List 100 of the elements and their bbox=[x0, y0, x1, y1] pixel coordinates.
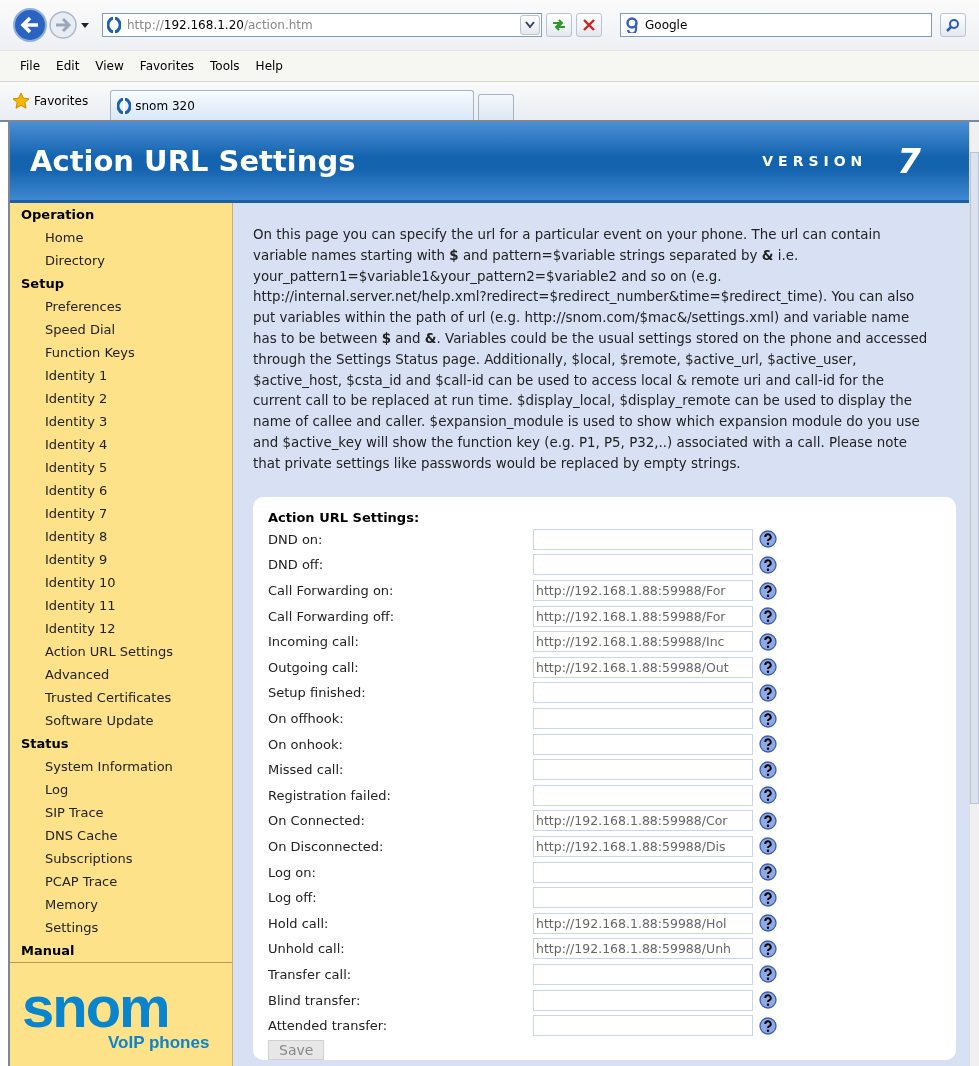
page-icon bbox=[117, 97, 132, 114]
sidebar-item[interactable]: Directory bbox=[10, 249, 232, 272]
help-icon[interactable] bbox=[759, 965, 777, 984]
address-bar[interactable]: http://192.168.1.20/action.htm bbox=[102, 13, 542, 37]
sidebar-item[interactable]: SIP Trace bbox=[10, 801, 232, 824]
help-icon[interactable] bbox=[759, 530, 777, 549]
sidebar-item[interactable]: System Information bbox=[10, 755, 232, 778]
sidebar-item[interactable]: Identity 6 bbox=[10, 479, 232, 502]
sidebar-section-heading[interactable]: Operation bbox=[10, 203, 232, 226]
field-label: DND off: bbox=[268, 557, 325, 573]
sidebar-item[interactable]: Action URL Settings bbox=[10, 640, 232, 663]
sidebar-item[interactable]: Identity 4 bbox=[10, 433, 232, 456]
help-icon[interactable] bbox=[759, 837, 777, 856]
sidebar-item[interactable]: Identity 8 bbox=[10, 525, 232, 548]
url-input-field[interactable]: http://192.168.1.88:59988/Inc bbox=[533, 631, 753, 653]
menu-item[interactable]: Edit bbox=[48, 59, 88, 73]
url-input-field[interactable]: http://192.168.1.88:59988/Unh bbox=[533, 938, 753, 960]
url-input-field[interactable] bbox=[533, 784, 753, 806]
help-icon[interactable] bbox=[759, 914, 777, 933]
url-input-field[interactable] bbox=[533, 989, 753, 1011]
url-input-field[interactable]: http://192.168.1.88:59988/Hol bbox=[533, 912, 753, 934]
sidebar-item[interactable]: Identity 7 bbox=[10, 502, 232, 525]
url-input-field[interactable] bbox=[533, 554, 753, 576]
help-icon[interactable] bbox=[759, 888, 777, 907]
dropdown-caret-icon[interactable] bbox=[78, 20, 92, 30]
url-input-field[interactable] bbox=[533, 861, 753, 883]
url-input-field[interactable]: http://192.168.1.88:59988/For bbox=[533, 605, 753, 627]
help-icon[interactable] bbox=[759, 811, 777, 830]
back-button[interactable] bbox=[12, 7, 48, 43]
menu-item[interactable]: File bbox=[12, 59, 49, 73]
sidebar-item[interactable]: Identity 2 bbox=[10, 387, 232, 410]
sidebar-item[interactable]: Identity 10 bbox=[10, 571, 232, 594]
field-label: On Connected: bbox=[268, 813, 366, 829]
sidebar-item[interactable]: Identity 5 bbox=[10, 456, 232, 479]
sidebar-item[interactable]: Speed Dial bbox=[10, 318, 232, 341]
stop-button[interactable] bbox=[576, 13, 602, 37]
sidebar-item[interactable]: Subscriptions bbox=[10, 847, 232, 870]
url-input-field[interactable]: http://192.168.1.88:59988/Dis bbox=[533, 836, 753, 857]
url-input-field[interactable]: http://192.168.1.88:59988/Out bbox=[533, 656, 753, 678]
sidebar-item[interactable]: Identity 11 bbox=[10, 594, 232, 617]
sidebar-item[interactable]: Log bbox=[10, 778, 232, 801]
sidebar-item[interactable]: Memory bbox=[10, 893, 232, 916]
url-input-field[interactable]: http://192.168.1.88:59988/For bbox=[533, 580, 753, 602]
help-icon[interactable] bbox=[759, 1016, 777, 1035]
help-icon[interactable] bbox=[759, 658, 777, 677]
url-input-field[interactable] bbox=[533, 887, 753, 909]
intro-paragraph: On this page you can specify the url for a particular event on your phone. The url can contain variable names starting with $ and pattern=$variable strings separated by & i.e. your_pattern1=$variable1&your_pattern2=$variable2 and so on (e.g. http://internal.server.net/help.xml?redirect=$redirect_number&time=$redirect_time). You can also put variables within the path of url (e.g. http://snom.com/$mac&/settings.xml) and variable name has to be between $ and &. Variables could be the usual settings stored on the phone and accessed through the Settings Status page. Additionally, $local, $remote, $active_url, $active_user, $active_host, $csta_id and $call-id can be used to access local & remote uri and call-id for the current call to be replaced at run time. $display_local, $display_remote can be used to display the name of callee and caller. $expansion_module is used to show which expansion module do you use and $active_key will show the function key (e.g. P1, P5, P32,..) associated with a call. Please note that private settings like passwords would be replaced by empty strings. bbox=[253, 226, 929, 473]
help-icon[interactable] bbox=[759, 863, 777, 882]
search-provider-icon bbox=[625, 17, 639, 33]
menu-item[interactable]: Help bbox=[247, 59, 291, 73]
search-button[interactable] bbox=[940, 13, 966, 37]
sidebar-item[interactable]: Settings bbox=[10, 916, 232, 939]
field-label: Call Forwarding on: bbox=[268, 583, 395, 599]
help-icon[interactable] bbox=[759, 555, 777, 574]
url-input-field[interactable] bbox=[533, 759, 753, 781]
help-icon[interactable] bbox=[759, 991, 777, 1010]
url-input-field[interactable] bbox=[533, 528, 753, 550]
sidebar-item[interactable]: Software Update bbox=[10, 709, 232, 732]
field-label: Outgoing call: bbox=[268, 659, 360, 675]
sidebar-item[interactable]: Trusted Certificates bbox=[10, 686, 232, 709]
url-input-field[interactable] bbox=[533, 1015, 753, 1037]
help-icon[interactable] bbox=[759, 683, 777, 702]
menu-item[interactable]: Tools bbox=[202, 59, 248, 73]
url-input-field[interactable]: http://192.168.1.88:59988/Cor bbox=[533, 810, 753, 832]
sidebar-item[interactable]: PCAP Trace bbox=[10, 870, 232, 893]
help-icon[interactable] bbox=[759, 709, 777, 728]
help-icon[interactable] bbox=[759, 735, 777, 754]
url-input-field[interactable] bbox=[533, 708, 753, 729]
sidebar-item[interactable]: Function Keys bbox=[10, 341, 232, 364]
help-icon[interactable] bbox=[759, 581, 777, 600]
logo-wordmark: snom bbox=[22, 981, 169, 1033]
sidebar-item[interactable]: Identity 9 bbox=[10, 548, 232, 571]
sidebar-section-heading[interactable]: Manual bbox=[10, 939, 232, 963]
menu-item[interactable]: Favorites bbox=[131, 59, 203, 73]
field-label: Log on: bbox=[268, 864, 317, 880]
help-icon[interactable] bbox=[759, 939, 777, 958]
url-input-field[interactable] bbox=[533, 682, 753, 704]
address-dropdown-button[interactable] bbox=[520, 15, 540, 35]
url-input-field[interactable] bbox=[533, 733, 753, 755]
refresh-icon bbox=[551, 18, 567, 32]
url-input-field[interactable] bbox=[533, 963, 753, 985]
browser-tab[interactable]: snom 320 bbox=[110, 90, 475, 120]
favorites-button[interactable]: Favorites bbox=[12, 86, 89, 116]
sidebar-item[interactable]: Identity 3 bbox=[10, 410, 232, 433]
sidebar-item[interactable]: Home bbox=[10, 226, 232, 249]
help-icon[interactable] bbox=[759, 632, 777, 651]
help-icon[interactable] bbox=[759, 607, 777, 626]
sidebar-item[interactable]: Identity 1 bbox=[10, 364, 232, 387]
refresh-button[interactable] bbox=[546, 13, 572, 37]
sidebar-item[interactable]: Advanced bbox=[10, 663, 232, 686]
sidebar-section-heading[interactable]: Setup bbox=[10, 272, 232, 295]
scrollbar[interactable] bbox=[969, 122, 979, 1066]
help-icon[interactable] bbox=[759, 760, 777, 779]
help-icon[interactable] bbox=[759, 786, 777, 805]
sidebar-item[interactable]: Identity 12 bbox=[10, 617, 232, 640]
field-label: Incoming call: bbox=[268, 634, 360, 650]
sidebar-section-heading[interactable]: Status bbox=[10, 732, 232, 755]
sidebar-item[interactable]: Preferences bbox=[10, 295, 232, 318]
sidebar-item[interactable]: DNS Cache bbox=[10, 824, 232, 847]
menu-item[interactable]: View bbox=[87, 59, 132, 73]
